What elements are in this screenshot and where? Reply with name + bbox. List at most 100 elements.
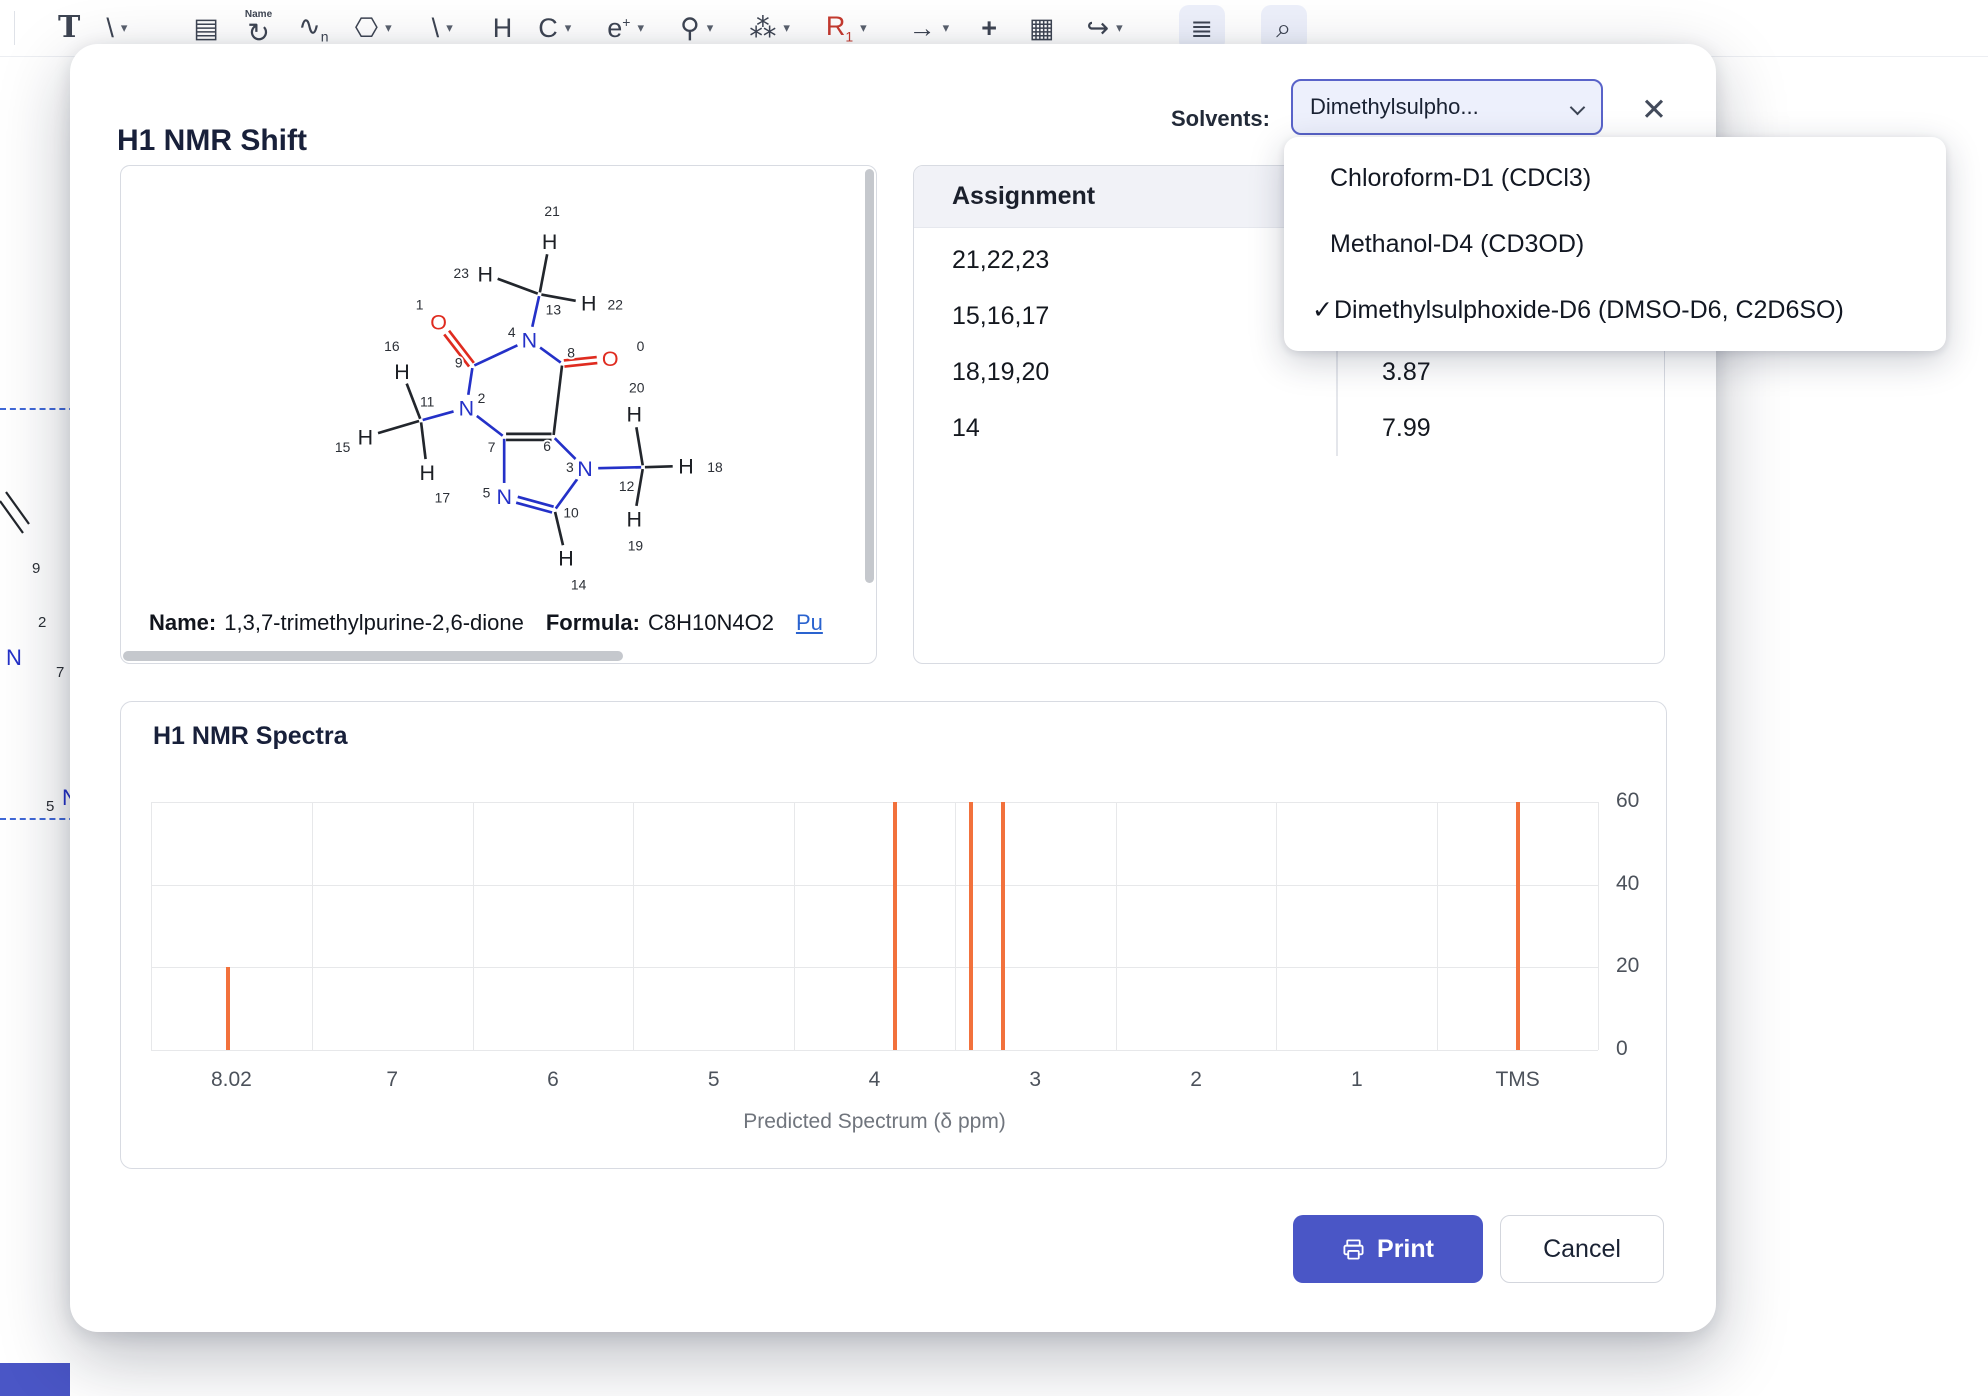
mapping-arrow-tool-button[interactable]: ↪▾	[1087, 15, 1123, 42]
atom-number-label: 12	[619, 478, 635, 494]
dropdown-caret-icon[interactable]: ▾	[707, 20, 714, 36]
hydrogen-atom-button[interactable]: H	[493, 15, 513, 42]
vertical-scrollbar-thumb[interactable]	[865, 169, 874, 583]
bond-line	[555, 512, 563, 545]
cancel-button[interactable]: Cancel	[1500, 1215, 1664, 1283]
spectra-plot	[151, 802, 1598, 1050]
nmr-peak	[969, 802, 973, 1050]
reaction-plus-tool-button[interactable]: +	[981, 15, 997, 42]
solvent-select[interactable]: Dimethylsulpho...	[1291, 79, 1603, 135]
r-group-tool-button[interactable]: R1▾	[826, 13, 867, 43]
bond-line	[645, 466, 673, 467]
fragment-tool-button[interactable]: ⁂▾	[749, 15, 790, 42]
horizontal-scrollbar-thumb[interactable]	[123, 651, 623, 661]
dropdown-caret-icon[interactable]: ▾	[1116, 20, 1123, 36]
electron-pair-tool-button[interactable]: e+▾	[607, 15, 644, 42]
y-tick-label: 0	[1616, 1037, 1666, 1061]
dropdown-caret-icon[interactable]: ▾	[446, 20, 453, 36]
printer-icon	[1342, 1238, 1365, 1261]
print-button[interactable]: Print	[1293, 1215, 1483, 1283]
atom-number-label: 23	[454, 265, 470, 281]
x-tick-label: 3	[990, 1068, 1080, 1092]
close-icon[interactable]: ✕	[1632, 88, 1676, 132]
atom-number-label: 21	[544, 203, 560, 219]
dropdown-caret-icon[interactable]: ▾	[783, 20, 790, 36]
atom-number-label: 7	[488, 439, 496, 455]
molecule-caption: Name: 1,3,7-trimethylpurine-2,6-dione Fo…	[149, 610, 858, 636]
dropdown-caret-icon[interactable]: ▾	[565, 20, 572, 36]
assignment-cell: 14	[914, 414, 1336, 443]
dropdown-caret-icon[interactable]: ▾	[943, 20, 950, 36]
atom-label-H16: H	[394, 360, 409, 384]
calculator-tool-button[interactable]: ▦	[1029, 15, 1055, 42]
atom-number-label: 15	[335, 439, 351, 455]
x-tick-label: 6	[508, 1068, 598, 1092]
atom-number-label: 5	[483, 484, 491, 500]
ring-template-button[interactable]: ⎔▾	[355, 15, 392, 42]
atom-number-label: 0	[637, 338, 645, 354]
layers-panel-icon: ≣	[1190, 15, 1213, 42]
table-row: 147.99	[914, 400, 1664, 456]
pubchem-link[interactable]: Pu	[796, 610, 823, 636]
carbon-atom-button[interactable]: C▾	[538, 15, 571, 42]
template-library-icon: ▤	[193, 15, 219, 42]
fragment-atom-number: 9	[32, 560, 40, 577]
reaction-arrow-tool-button[interactable]: →▾	[909, 15, 950, 42]
atom-number-label: 18	[707, 459, 723, 475]
toolbar-separator	[14, 11, 15, 45]
bond-line	[636, 427, 642, 465]
bond-line	[407, 384, 420, 419]
stereo-pin-tool-button[interactable]: ⚲▾	[680, 15, 713, 42]
nmr-shift-dialog: H1 NMR Shift Solvents: Dimethylsulpho...…	[70, 44, 1716, 1332]
plot-gridline-horizontal	[151, 967, 1598, 968]
bond-line	[636, 469, 642, 506]
plot-gridline-vertical	[955, 802, 956, 1050]
atom-number-label: 2	[478, 390, 486, 406]
y-tick-label: 60	[1616, 789, 1666, 813]
atom-number-label: 14	[571, 577, 587, 593]
atom-label-H20: H	[626, 403, 641, 427]
y-tick-label: 40	[1616, 872, 1666, 896]
solvent-option[interactable]: ✓Dimethylsulphoxide-D6 (DMSO-D6, C2D6SO)	[1284, 277, 1946, 343]
stereo-pin-tool-icon: ⚲	[680, 15, 700, 42]
atom-number-label: 20	[629, 380, 645, 396]
atom-number-label: 6	[543, 438, 551, 454]
bond-line	[540, 254, 547, 292]
atom-label-N4: N	[522, 328, 537, 352]
dropdown-caret-icon[interactable]: ▾	[385, 20, 392, 36]
cancel-button-label: Cancel	[1543, 1235, 1621, 1264]
molecule-structure: H2113H23H22N4O198O0H16N211H15H1776H20N31…	[123, 168, 874, 596]
dropdown-caret-icon[interactable]: ▾	[121, 20, 128, 36]
chain-tool-button[interactable]: \▾	[432, 15, 453, 42]
atom-label-O0: O	[602, 347, 619, 371]
template-library-button[interactable]: ▤	[193, 15, 219, 42]
bond-line	[498, 279, 538, 294]
solvent-selected-value: Dimethylsulpho...	[1310, 94, 1479, 120]
atom-label-H17: H	[419, 461, 434, 485]
bond-line	[532, 296, 539, 327]
shift-cell: 3.87	[1336, 358, 1431, 387]
dropdown-caret-icon[interactable]: ▾	[637, 20, 644, 36]
solvent-dropdown-menu: ✓Chloroform-D1 (CDCl3)✓Methanol-D4 (CD3O…	[1284, 137, 1946, 351]
bond-line	[554, 366, 562, 435]
atom-number-label: 17	[435, 490, 451, 506]
bond-line	[421, 422, 425, 459]
atom-number-label: 11	[420, 394, 435, 410]
plot-gridline-vertical	[1116, 802, 1117, 1050]
atom-label-N2: N	[459, 396, 474, 420]
polymer-tool-button[interactable]: ∿n	[298, 13, 328, 43]
dropdown-caret-icon[interactable]: ▾	[860, 20, 867, 36]
atom-label-N5: N	[496, 485, 511, 509]
bond-tool-button[interactable]: \▾	[106, 15, 127, 42]
solvent-option-label: Dimethylsulphoxide-D6 (DMSO-D6, C2D6SO)	[1334, 296, 1844, 325]
assignment-cell: 21,22,23	[914, 246, 1336, 275]
bond-line	[474, 345, 517, 365]
text-tool-button[interactable]: T	[58, 13, 80, 43]
fragment-atom-number: 7	[56, 664, 64, 681]
solvent-option[interactable]: ✓Chloroform-D1 (CDCl3)	[1284, 145, 1946, 211]
solvent-option[interactable]: ✓Methanol-D4 (CD3OD)	[1284, 211, 1946, 277]
name-to-structure-button[interactable]: Name↻	[245, 10, 272, 47]
reaction-arrow-tool-icon: →	[909, 15, 936, 42]
solvents-label: Solvents:	[1060, 106, 1270, 132]
atom-label-H23: H	[478, 263, 493, 287]
